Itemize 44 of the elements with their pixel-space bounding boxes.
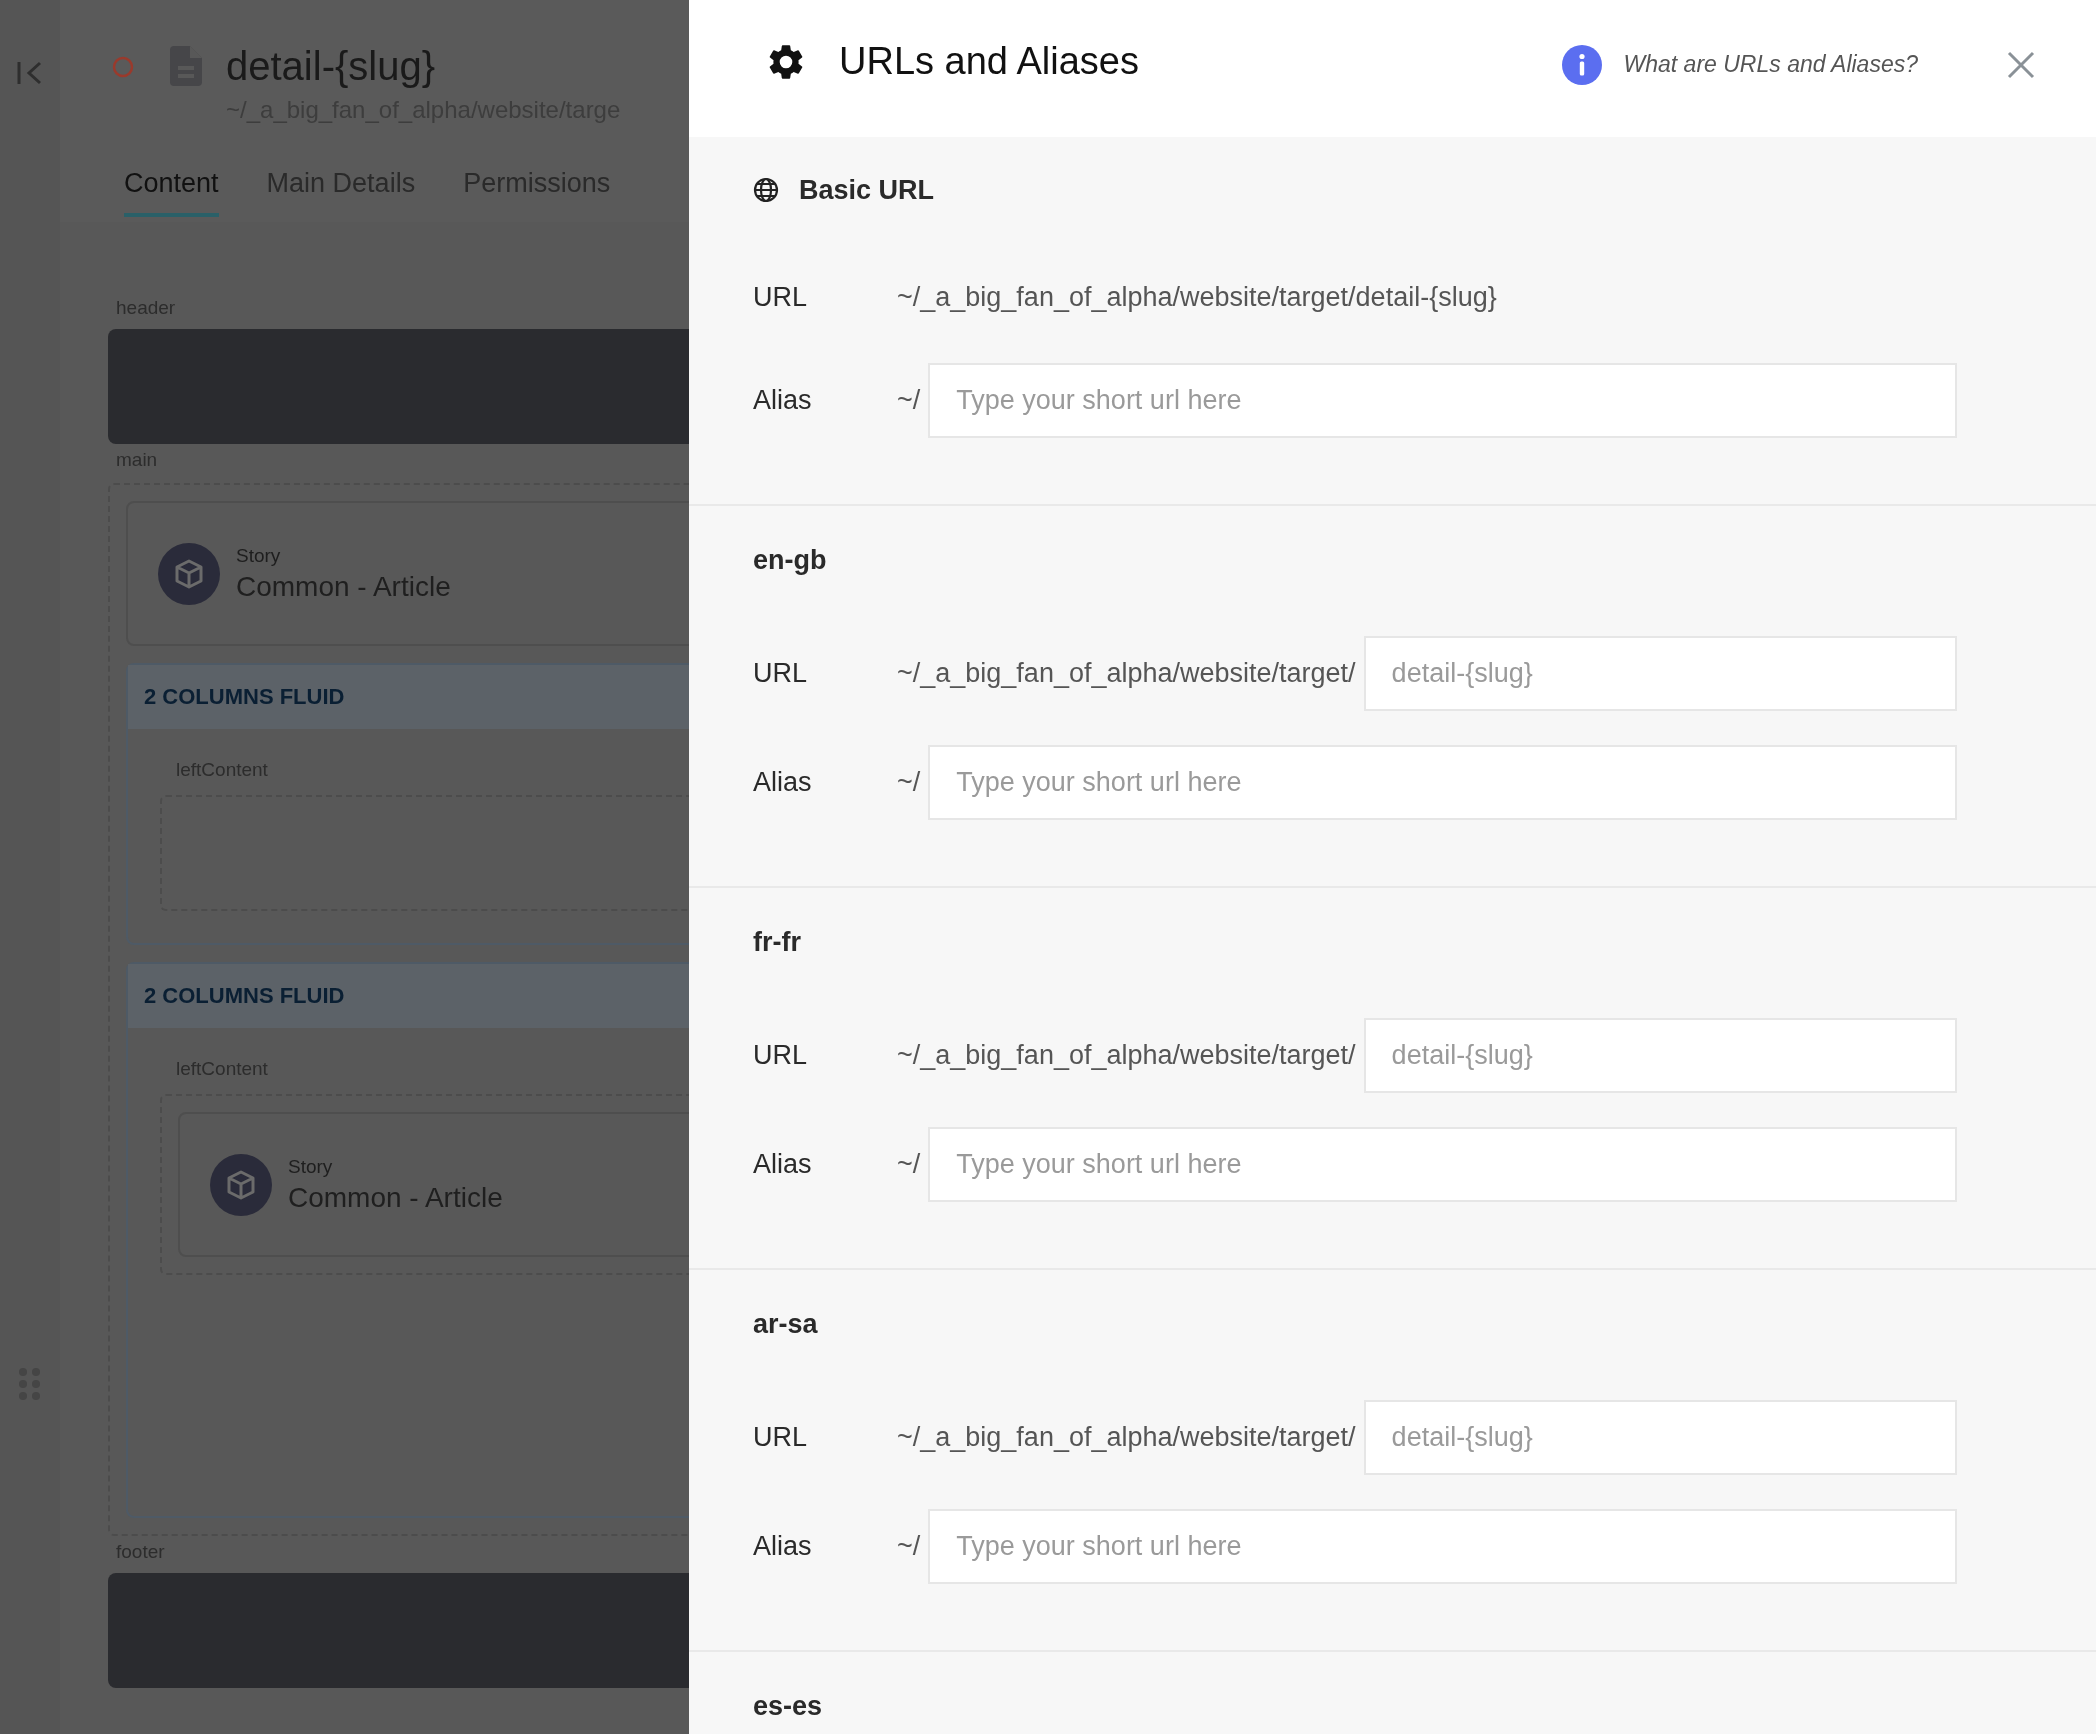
story-type: Story (288, 1155, 334, 1178)
url-prefix: ~/ (897, 385, 921, 416)
input-field[interactable]: detail-{slug} (1363, 1400, 1957, 1475)
info-icon (1561, 44, 1602, 85)
circle-icon (112, 56, 134, 78)
block-title: 2 COLUMNS FLUID (144, 684, 345, 710)
page-title: detail-{slug} (226, 44, 437, 88)
section-heading: fr-fr (753, 926, 801, 958)
url-prefix: ~/ (897, 1531, 921, 1562)
story-name: Common - Article (288, 1181, 503, 1214)
input-field[interactable]: detail-{slug} (1363, 636, 1957, 711)
collapse-icon[interactable] (16, 60, 44, 86)
dialog-title: URLs and Aliases (839, 40, 1139, 83)
globe-icon (753, 177, 779, 203)
block-title: 2 COLUMNS FLUID (144, 983, 345, 1009)
field-label: URL (753, 1040, 808, 1071)
field-label: URL (753, 282, 808, 313)
url-prefix: ~/_a_big_fan_of_alpha/website/target/ (897, 1040, 1356, 1071)
url-text: ~/_a_big_fan_of_alpha/website/target/detail-{slug} (897, 282, 1497, 313)
field-label: URL (753, 658, 808, 689)
section-heading: en-gb (753, 544, 827, 576)
field-label: Alias (753, 767, 813, 798)
field-label: Alias (753, 1149, 813, 1180)
input-field[interactable]: Type your short url here (928, 363, 1957, 438)
url-prefix: ~/ (897, 767, 921, 798)
field-label: URL (753, 1422, 808, 1453)
field-label: Alias (753, 385, 813, 416)
cube-icon (158, 542, 220, 605)
help-link[interactable]: What are URLs and Aliases? (1623, 51, 1918, 78)
tab[interactable]: Content (124, 168, 219, 217)
section-heading: ar-sa (753, 1308, 818, 1340)
input-field[interactable]: detail-{slug} (1363, 1018, 1957, 1093)
input-field[interactable]: Type your short url here (928, 1127, 1957, 1202)
section-heading: es-es (753, 1690, 823, 1722)
section-heading: Basic URL (799, 174, 935, 206)
story-type: Story (236, 544, 282, 567)
cube-icon (210, 1153, 272, 1216)
field-label: Alias (753, 1531, 813, 1562)
url-prefix: ~/_a_big_fan_of_alpha/website/target/ (897, 658, 1356, 689)
url-prefix: ~/ (897, 1149, 921, 1180)
url-prefix: ~/_a_big_fan_of_alpha/website/target/ (897, 1422, 1356, 1453)
input-field[interactable]: Type your short url here (928, 745, 1957, 820)
story-name: Common - Article (236, 570, 451, 603)
input-field[interactable]: Type your short url here (928, 1509, 1957, 1584)
